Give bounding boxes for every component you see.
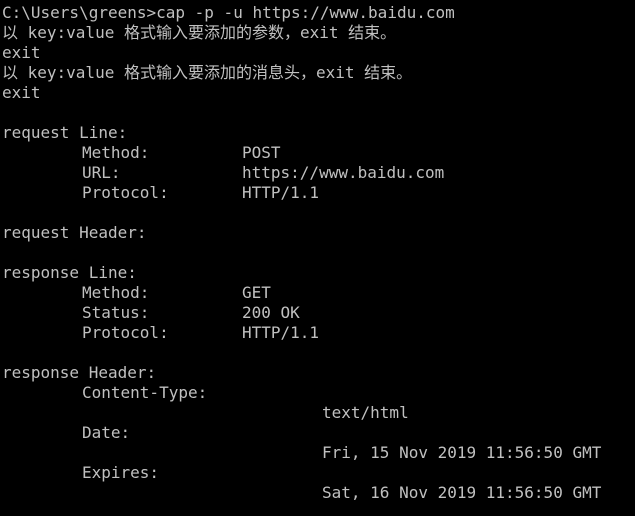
expires-key: Expires: bbox=[82, 463, 160, 482]
request-method-value: POST bbox=[242, 143, 281, 162]
response-status-key: Status: bbox=[82, 303, 150, 322]
request-header-title: request Header: bbox=[2, 223, 147, 242]
request-url-key: URL: bbox=[82, 163, 121, 182]
response-protocol-row: Protocol: HTTP/1.1 bbox=[2, 323, 635, 343]
date-value: Fri, 15 Nov 2019 11:56:50 GMT bbox=[322, 443, 602, 462]
response-protocol-key: Protocol: bbox=[82, 323, 169, 342]
request-url-row: URL: https://www.baidu.com bbox=[2, 163, 635, 183]
response-method-value: GET bbox=[242, 283, 271, 302]
expires-value: Sat, 16 Nov 2019 11:56:50 GMT bbox=[322, 483, 602, 502]
header-prompt: 以 key:value 格式输入要添加的消息头，exit 结束。 bbox=[2, 63, 413, 82]
request-line-title: request Line: bbox=[2, 123, 128, 142]
response-method-key: Method: bbox=[82, 283, 150, 302]
response-header-title: response Header: bbox=[2, 363, 157, 382]
request-protocol-key: Protocol: bbox=[82, 183, 169, 202]
response-line-title: response Line: bbox=[2, 263, 137, 282]
request-protocol-row: Protocol: HTTP/1.1 bbox=[2, 183, 635, 203]
command-line: C:\Users\greens>cap -p -u https://www.ba… bbox=[2, 3, 455, 22]
request-url-value: https://www.baidu.com bbox=[242, 163, 445, 182]
request-method-row: Method: POST bbox=[2, 143, 635, 163]
param-input: exit bbox=[2, 43, 41, 62]
response-status-value: 200 OK bbox=[242, 303, 300, 322]
response-status-row: Status: 200 OK bbox=[2, 303, 635, 323]
response-method-row: Method: GET bbox=[2, 283, 635, 303]
content-type-key: Content-Type: bbox=[82, 383, 208, 402]
terminal-output[interactable]: C:\Users\greens>cap -p -u https://www.ba… bbox=[2, 3, 635, 516]
request-protocol-value: HTTP/1.1 bbox=[242, 183, 320, 202]
param-prompt: 以 key:value 格式输入要添加的参数，exit 结束。 bbox=[2, 23, 397, 42]
date-key: Date: bbox=[82, 423, 131, 442]
request-method-key: Method: bbox=[82, 143, 150, 162]
header-input: exit bbox=[2, 83, 41, 102]
content-type-value: text/html bbox=[322, 403, 409, 422]
response-protocol-value: HTTP/1.1 bbox=[242, 323, 320, 342]
